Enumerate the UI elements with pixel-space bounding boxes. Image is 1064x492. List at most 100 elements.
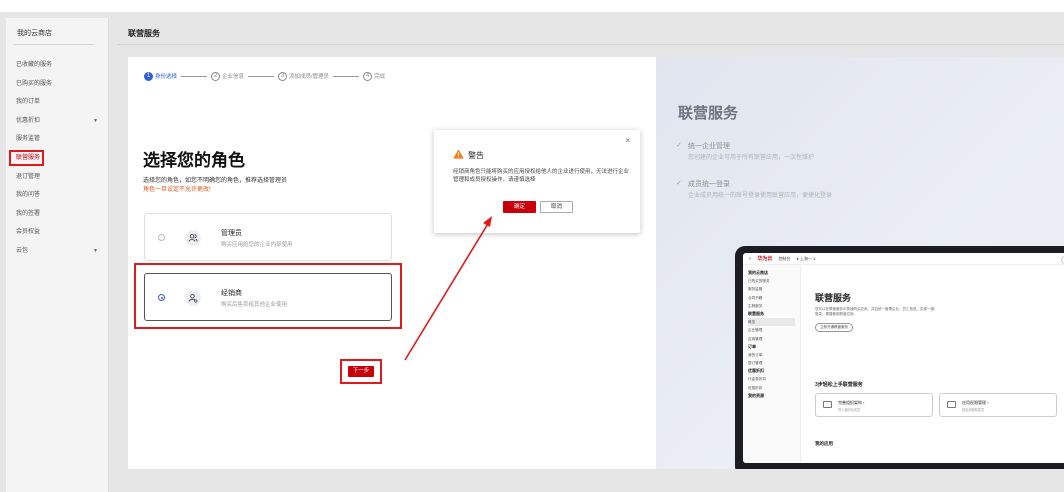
sidebar-item-purchased[interactable]: 已购买的服务 xyxy=(6,75,108,94)
sidebar-item-label: 我的订单 xyxy=(16,99,41,106)
feature-title: 成员统一登录 xyxy=(688,181,730,188)
step-label: 添加成员/管理员 xyxy=(289,74,330,80)
chevron-down-icon: ▼ xyxy=(93,247,98,254)
sidebar-item-label: 我的问答 xyxy=(16,192,41,199)
cancel-button[interactable]: 取消 xyxy=(540,201,573,213)
sidebar-item-cloud-pack[interactable]: 云包 ▼ xyxy=(6,242,108,261)
step-label: 企业信息 xyxy=(222,74,245,80)
highlight-box xyxy=(340,359,382,384)
mock-steps-title: 3步轻松上手联营服务 xyxy=(815,382,863,388)
sidebar-item-qa[interactable]: 我的问答 xyxy=(6,186,108,205)
stepper: 1 身份选择 2 企业信息 3 添加成员/管理员 4 完成 xyxy=(144,69,385,83)
confirm-button[interactable]: 确定 xyxy=(503,201,536,213)
mock-card-org: 完善组织架构 › 导入组织及成员 xyxy=(815,393,933,417)
step-number: 2 xyxy=(211,71,221,81)
sidebar-item-label: 退订管理 xyxy=(16,173,41,180)
mock-side-item: 生鲜服务 xyxy=(748,303,763,308)
promo-title: 联营服务 xyxy=(678,105,739,122)
sidebar-item-label: 云包 xyxy=(16,247,29,254)
sidebar-item-signatures[interactable]: 我的签署 xyxy=(6,205,108,224)
highlight-box xyxy=(9,149,44,166)
mock-side-item: 我的资源 xyxy=(748,392,764,398)
mock-title: 联营服务 xyxy=(815,293,852,303)
mock-side-item: 优惠折扣 xyxy=(748,385,763,390)
mock-side-item: 联营服务 xyxy=(748,310,764,316)
sidebar-item-label: 我的签署 xyxy=(16,210,41,217)
mock-side-item: 我的订单 xyxy=(748,352,763,357)
mock-side-item: 服务监管 xyxy=(748,287,763,292)
warning-dialog: × 警告 经销商角色只能将购买的应用授权给他人的企业进行使用，无法进行企业管理和… xyxy=(434,130,640,233)
warning-icon xyxy=(453,149,464,161)
sidebar-item-label: 已收藏的服务 xyxy=(16,62,53,68)
step-identity: 1 身份选择 xyxy=(144,71,178,81)
mock-sidebar: 我的云商店 已购买的服务 服务监管 合同书籍 生鲜服务 联营服务 概览 企业管理… xyxy=(743,265,801,463)
mock-description: 您可以在联营服务中快速购买应用，并且统一管理企业、员工信息，实现一键登录，便捷使… xyxy=(815,307,934,316)
sidebar-item-label: 服务监管 xyxy=(16,136,41,143)
dialog-message: 经销商角色只能将购买的应用授权给他人的企业进行使用，无法进行企业管理和成员授权操… xyxy=(453,169,630,183)
mock-open-button: 立即开通联营服务 xyxy=(815,323,853,332)
mock-console: 控制台 xyxy=(778,255,791,261)
mock-card-title: 应用权限管理 › xyxy=(962,400,989,405)
step-number: 3 xyxy=(278,71,288,81)
sidebar-item-label: 会员权益 xyxy=(16,229,41,236)
sidebar-item-refunds[interactable]: 退订管理 xyxy=(6,168,108,187)
role-option-admin[interactable]: 管理员 购买应用给您的企业内部使用 xyxy=(144,213,392,261)
mock-side-item: 退订管理 xyxy=(748,361,763,366)
top-bar xyxy=(0,0,1064,12)
sidebar-item-label: 已购买的服务 xyxy=(16,80,53,87)
close-icon[interactable]: × xyxy=(625,137,630,145)
sidebar-item-supervision[interactable]: 服务监管 xyxy=(6,130,108,149)
laptop-mockup: ≡ 华为云 控制台 ● 上海一 ∨ 我的云商店 已购买的服务 服务监管 合同书籍… xyxy=(735,246,1064,469)
mock-side-item: 代金券折扣 xyxy=(748,377,766,382)
mock-side-item: 订单 xyxy=(748,343,756,349)
org-chart-icon xyxy=(823,401,832,408)
mock-side-item: 我的云商店 xyxy=(748,270,768,275)
sidebar-menu: 已收藏的服务 已购买的服务 我的订单 优惠折扣 ▼ 服务监管 联营服务 退订管理 … xyxy=(6,56,108,261)
role-heading: 选择您的角色 xyxy=(143,151,245,170)
mock-side-item: 企业管理 xyxy=(748,328,763,333)
mock-side-item: 已购买的服务 xyxy=(748,279,770,284)
feature-title: 统一企业管理 xyxy=(688,143,730,150)
app-permission-icon xyxy=(947,401,956,408)
step-label: 身份选择 xyxy=(155,74,178,80)
mock-region: ● 上海一 ∨ xyxy=(796,255,816,261)
mock-side-item: 合同书籍 xyxy=(748,295,763,300)
sidebar-item-membership[interactable]: 会员权益 xyxy=(6,223,108,242)
sidebar-item-joint-service[interactable]: 联营服务 xyxy=(6,149,108,168)
chevron-down-icon: ▼ xyxy=(93,117,98,124)
step-company-info: 2 企业信息 xyxy=(211,71,245,81)
page-title: 联营服务 xyxy=(128,29,160,38)
dialog-title: 警告 xyxy=(468,151,484,160)
feature-description: 您创建的企业可用于所有联营应用，一次性维护 xyxy=(688,155,815,161)
mock-card-subtitle: 给应用授权成员 xyxy=(962,408,985,412)
sidebar-item-discounts[interactable]: 优惠折扣 ▼ xyxy=(6,112,108,131)
mock-apps-title: 我的应用 xyxy=(815,441,833,446)
sidebar-item-label: 优惠折扣 xyxy=(16,117,41,124)
step-connector xyxy=(333,75,360,77)
sidebar-item-favorites[interactable]: 已收藏的服务 xyxy=(6,56,108,75)
menu-icon: ≡ xyxy=(749,256,752,261)
mock-topbar: ≡ 华为云 控制台 ● 上海一 ∨ xyxy=(743,253,1064,265)
users-icon xyxy=(185,230,201,246)
check-icon: ✓ xyxy=(676,180,682,187)
mock-card-title: 完善组织架构 › xyxy=(838,400,865,405)
step-number: 1 xyxy=(144,71,153,81)
sidebar-item-orders[interactable]: 我的订单 xyxy=(6,93,108,112)
laptop-screen: ≡ 华为云 控制台 ● 上海一 ∨ 我的云商店 已购买的服务 服务监管 合同书籍… xyxy=(743,253,1064,463)
role-subtitle: 购买应用给您的企业内部使用 xyxy=(221,242,293,248)
step-label: 完成 xyxy=(374,74,386,80)
mock-side-item: 概览 xyxy=(748,318,795,327)
role-name: 管理员 xyxy=(221,230,242,237)
role-description: 选择您的角色，如您不明确您的角色，推荐选择管理员 xyxy=(143,178,288,184)
main-content: 1 身份选择 2 企业信息 3 添加成员/管理员 4 完成 选择您的角色 选择您的角色，… xyxy=(128,57,1064,469)
sidebar: 我的云商店 已收藏的服务 已购买的服务 我的订单 优惠折扣 ▼ 服务监管 联营服务… xyxy=(6,18,109,492)
mock-side-item: 优惠折扣 xyxy=(748,368,764,374)
sidebar-title: 我的云商店 xyxy=(17,30,52,37)
step-connector xyxy=(248,75,275,77)
promo-panel: 联营服务 ✓ 统一企业管理 您创建的企业可用于所有联营应用，一次性维护 ✓ 成员… xyxy=(656,57,1064,469)
sidebar-divider xyxy=(14,44,94,45)
admin-radio[interactable] xyxy=(158,234,165,241)
feature-description: 企业成员用统一的账号登录使用联营应用，便捷化登录 xyxy=(688,193,833,199)
role-warning: 角色一旦设定不允许更改! xyxy=(143,187,211,193)
mock-card-permissions: 应用权限管理 › 给应用授权成员 xyxy=(939,393,1057,417)
